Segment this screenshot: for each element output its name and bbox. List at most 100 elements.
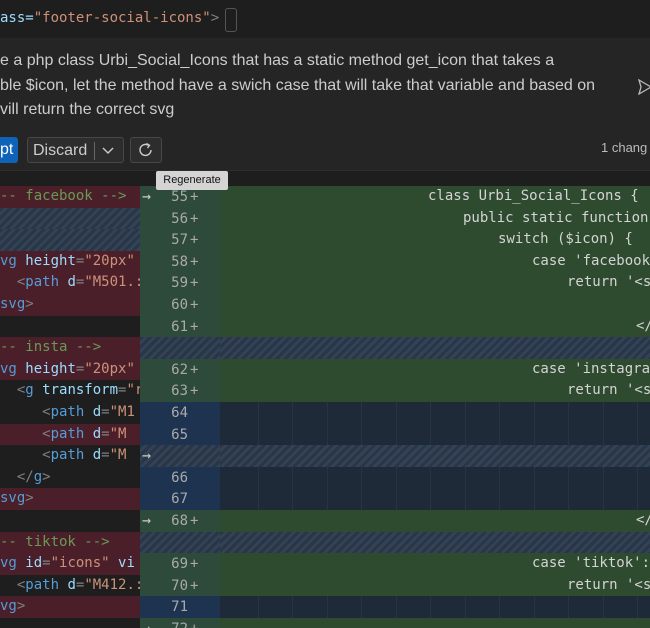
line-number: 61 (171, 318, 188, 335)
gutter-row: 65 (140, 424, 220, 446)
code-token: < (0, 576, 26, 593)
modified-code-line: class Urbi_Social_Icons { (220, 186, 650, 208)
original-code-line: </g> (0, 467, 140, 489)
code-attr: ass= (0, 10, 34, 26)
original-code-line: vg height="20px" (0, 358, 140, 381)
original-code-line: svg> (0, 294, 140, 316)
code-token: < (0, 274, 26, 291)
modified-pane[interactable]: class Urbi_Social_Icons { public static f… (220, 186, 650, 628)
gutter-row: → (140, 445, 220, 467)
added-marker: + (190, 275, 199, 292)
modified-code-line (220, 294, 650, 316)
modified-code-line: switch ($icon) { (220, 229, 650, 251)
code-token: < (0, 382, 26, 399)
code-token: "M (109, 447, 127, 464)
modified-code-line: return '<s (220, 380, 650, 402)
code-token: d (67, 576, 76, 593)
revert-arrow-icon[interactable]: → (142, 446, 151, 464)
code-token: = (101, 447, 110, 464)
gutter-row: 67 (140, 488, 220, 510)
inline-chat-toolbar: pt Discard (0, 130, 650, 171)
line-number: 64 (171, 405, 188, 421)
original-code-text: vg height="20px" (0, 361, 135, 377)
modified-code-text: case 'instagra (532, 360, 650, 377)
modified-code-line (220, 337, 650, 359)
code-token: -- facebook --> (0, 188, 127, 204)
added-marker: + (190, 297, 199, 313)
code-token: svg (0, 490, 26, 507)
code-token: = (42, 555, 51, 572)
changes-count: 1 chang (601, 140, 648, 155)
code-token: vg (0, 252, 26, 269)
gutter-row: 70 + (140, 574, 220, 597)
original-code-line: <path d="M (0, 423, 140, 446)
gutter-row: → 68 + (140, 510, 220, 532)
original-code-line: svg> (0, 488, 140, 510)
original-code-line (0, 229, 140, 251)
code-token: < (0, 447, 51, 464)
code-token: </ (0, 468, 34, 485)
line-number: 69 (171, 556, 188, 573)
inline-chat-prompt[interactable]: e a php class Urbi_Social_Icons that has… (0, 38, 650, 130)
code-token: path (50, 447, 93, 464)
modified-code-line: public static function (220, 207, 650, 230)
original-code-line: <path d="M501.: (0, 272, 143, 294)
code-token: d (92, 447, 102, 464)
line-number: 70 (171, 577, 188, 594)
code-token: g (33, 468, 43, 485)
code-token: svg (0, 296, 26, 312)
modified-code-text: switch ($icon) { (498, 231, 633, 248)
original-code-line: vg id="icons" vi (0, 553, 140, 575)
added-marker: + (190, 189, 199, 205)
modified-code-line (220, 402, 650, 424)
modified-code-line (220, 467, 650, 489)
original-code-text: svg> (0, 490, 34, 506)
line-number-gutter: → 55 +56 +57 +58 +59 +60 +61 +62 +63 +64 65 → 66 67 → 68… (140, 186, 220, 628)
code-token: vg (0, 555, 26, 572)
discard-button[interactable]: Discard (27, 137, 124, 163)
modified-code-text: public static function (463, 209, 649, 226)
send-icon[interactable] (638, 79, 650, 95)
original-code-text: <path d="M412.: (0, 576, 144, 593)
original-code-text: vg> (0, 598, 25, 614)
original-pane[interactable]: -- facebook --> vg height="20px" <path d=… (0, 186, 144, 628)
modified-code-text: case 'tiktok': (532, 555, 650, 572)
code-token: -- tiktok --> (0, 533, 110, 550)
modified-code-line (220, 618, 650, 628)
added-marker: + (190, 210, 199, 227)
line-number: 65 (171, 426, 188, 443)
line-number: 55 (171, 189, 188, 205)
modified-code-text: class Urbi_Social_Icons { (428, 188, 639, 204)
modified-code-text: </ (636, 512, 650, 528)
regenerate-tooltip: Regenerate (156, 171, 228, 190)
accept-button[interactable]: pt (0, 137, 18, 163)
modified-code-line (220, 596, 650, 618)
line-number: 72 (140, 621, 188, 628)
gutter-row (140, 531, 220, 554)
modified-code-line (220, 445, 650, 467)
original-code-line: <path d="M (0, 445, 140, 467)
line-number: 68 (171, 513, 188, 529)
chevron-down-icon[interactable] (100, 138, 116, 162)
gutter-row: 60 + (140, 294, 220, 316)
original-code-text: -- facebook --> (0, 188, 126, 204)
modified-code-line (220, 488, 650, 510)
code-token: > (16, 598, 26, 615)
added-marker: + (190, 383, 199, 400)
gutter-row: 56 + (140, 207, 220, 230)
added-marker: + (190, 318, 199, 335)
code-token: < (0, 404, 51, 420)
line-number: 62 (171, 361, 188, 378)
modified-code-line: return '<s (220, 272, 650, 294)
regenerate-button[interactable] (130, 137, 162, 163)
code-token: "20px" (84, 252, 135, 269)
modified-code-text: case 'facebook (532, 252, 650, 269)
line-number: 59 (171, 275, 188, 292)
added-marker: + (190, 253, 199, 270)
line-number: 67 (171, 491, 188, 508)
gutter-row: →72+ (140, 618, 220, 628)
original-code-text: <path d="M (0, 447, 126, 463)
gutter-row: 69 + (140, 553, 220, 575)
top-code-text: ass="footer-social-icons"> (0, 10, 219, 26)
added-marker: + (190, 556, 199, 573)
